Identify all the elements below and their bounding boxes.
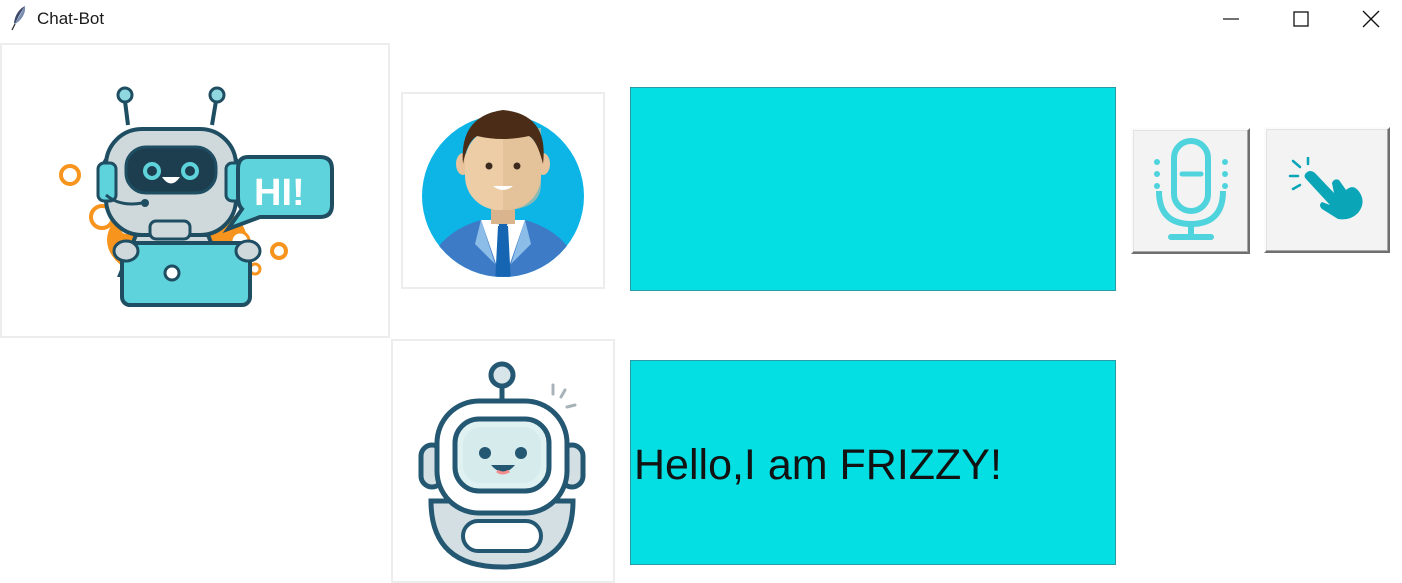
hi-bubble-text: HI! [254, 172, 305, 214]
close-icon [1362, 10, 1380, 28]
bot-illustration-panel: HI! [0, 43, 390, 338]
businessman-avatar-icon [422, 110, 584, 277]
feather-icon [11, 6, 26, 31]
window-title: Chat-Bot [37, 9, 105, 28]
minimize-button[interactable] [1196, 0, 1266, 38]
tap-hand-icon [1288, 157, 1363, 220]
microphone-icon [1154, 138, 1228, 240]
tap-button[interactable] [1264, 127, 1390, 253]
smiling-robot-icon [418, 361, 586, 570]
maximize-icon [1293, 11, 1309, 27]
minimize-icon [1223, 18, 1239, 20]
chatbot-window: Chat-Bot HI! Hello,I am FRIZZY! [0, 0, 1402, 583]
close-button[interactable] [1336, 0, 1402, 38]
maximize-button[interactable] [1266, 0, 1336, 38]
robot-with-laptop-hi-icon: HI! [59, 86, 334, 307]
bot-message-box: Hello,I am FRIZZY! [630, 360, 1116, 565]
bot-message-text: Hello,I am FRIZZY! [634, 441, 1002, 489]
bot-avatar-panel [391, 339, 615, 583]
user-message-box [630, 87, 1116, 291]
user-avatar-panel [401, 92, 605, 289]
mic-button[interactable] [1131, 128, 1250, 254]
title-bar: Chat-Bot [0, 0, 1402, 38]
